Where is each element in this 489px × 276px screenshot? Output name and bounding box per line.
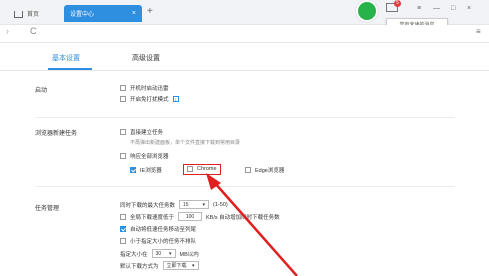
annotation-arrow [206, 173, 298, 276]
arrow-shaft [213, 181, 298, 276]
